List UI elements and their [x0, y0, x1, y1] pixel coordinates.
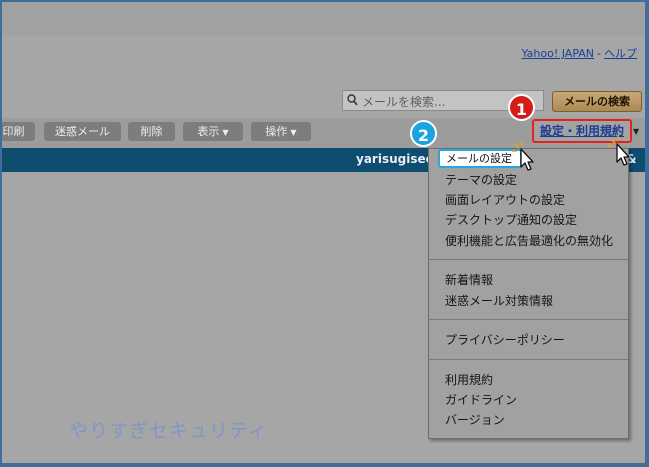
actions-button[interactable]: 操作 ▼ — [251, 122, 311, 141]
help-link[interactable]: ヘルプ — [604, 47, 637, 60]
menu-item-layout-settings[interactable]: 画面レイアウトの設定 — [445, 191, 565, 208]
watermark: やりすぎセキュリティ — [69, 420, 268, 442]
chevron-down-icon[interactable]: ▼ — [633, 127, 639, 136]
mail-search-button[interactable]: メールの検索 — [552, 91, 642, 112]
search-icon — [347, 94, 358, 109]
top-banner — [2, 2, 645, 36]
print-label: 印刷 — [2, 125, 25, 138]
chevron-down-icon: ▼ — [290, 128, 297, 137]
menu-item-terms-of-use[interactable]: 利用規約 — [445, 371, 493, 388]
menu-item-mail-settings[interactable]: メールの設定 — [438, 149, 522, 168]
menu-item-desktop-notification-settings[interactable]: デスクトップ通知の設定 — [445, 211, 577, 228]
click-cursor-icon — [608, 136, 630, 166]
menu-item-privacy-policy[interactable]: プライバシーポリシー — [445, 331, 565, 348]
header-separator: - — [597, 47, 601, 60]
yahoo-japan-link[interactable]: Yahoo! JAPAN — [521, 47, 594, 60]
menu-divider — [429, 319, 628, 320]
account-name: yarisugisecurity — [356, 152, 434, 166]
click-cursor-icon — [512, 141, 534, 171]
print-button[interactable]: 印刷 — [2, 122, 35, 141]
view-button[interactable]: 表示 ▼ — [183, 122, 243, 141]
settings-dropdown-menu: メールの設定 テーマの設定 画面レイアウトの設定 デスクトップ通知の設定 便利機… — [428, 148, 629, 439]
menu-item-disable-ad-optimization[interactable]: 便利機能と広告最適化の無効化 — [445, 232, 613, 249]
chevron-down-icon: ▼ — [222, 128, 229, 137]
spam-button[interactable]: 迷惑メール — [44, 122, 121, 141]
step-1-badge: 1 — [508, 94, 535, 121]
menu-item-version[interactable]: バージョン — [445, 411, 505, 428]
menu-item-theme-settings[interactable]: テーマの設定 — [445, 171, 517, 188]
header-links: Yahoo! JAPAN - ヘルプ — [521, 45, 637, 61]
mail-window: Yahoo! JAPAN-ヘルプ メールの検索 印刷 迷惑メール 削除 表示▼ … — [2, 2, 645, 463]
menu-item-guidelines[interactable]: ガイドライン — [445, 391, 517, 408]
actions-label: 操作 — [265, 125, 288, 138]
menu-divider — [429, 259, 628, 260]
step-2-badge: 2 — [410, 120, 437, 147]
menu-item-spam-info[interactable]: 迷惑メール対策情報 — [445, 292, 553, 309]
delete-button[interactable]: 削除 — [128, 122, 175, 141]
menu-item-whats-new[interactable]: 新着情報 — [445, 271, 493, 288]
view-label: 表示 — [197, 125, 220, 138]
menu-divider — [429, 359, 628, 360]
